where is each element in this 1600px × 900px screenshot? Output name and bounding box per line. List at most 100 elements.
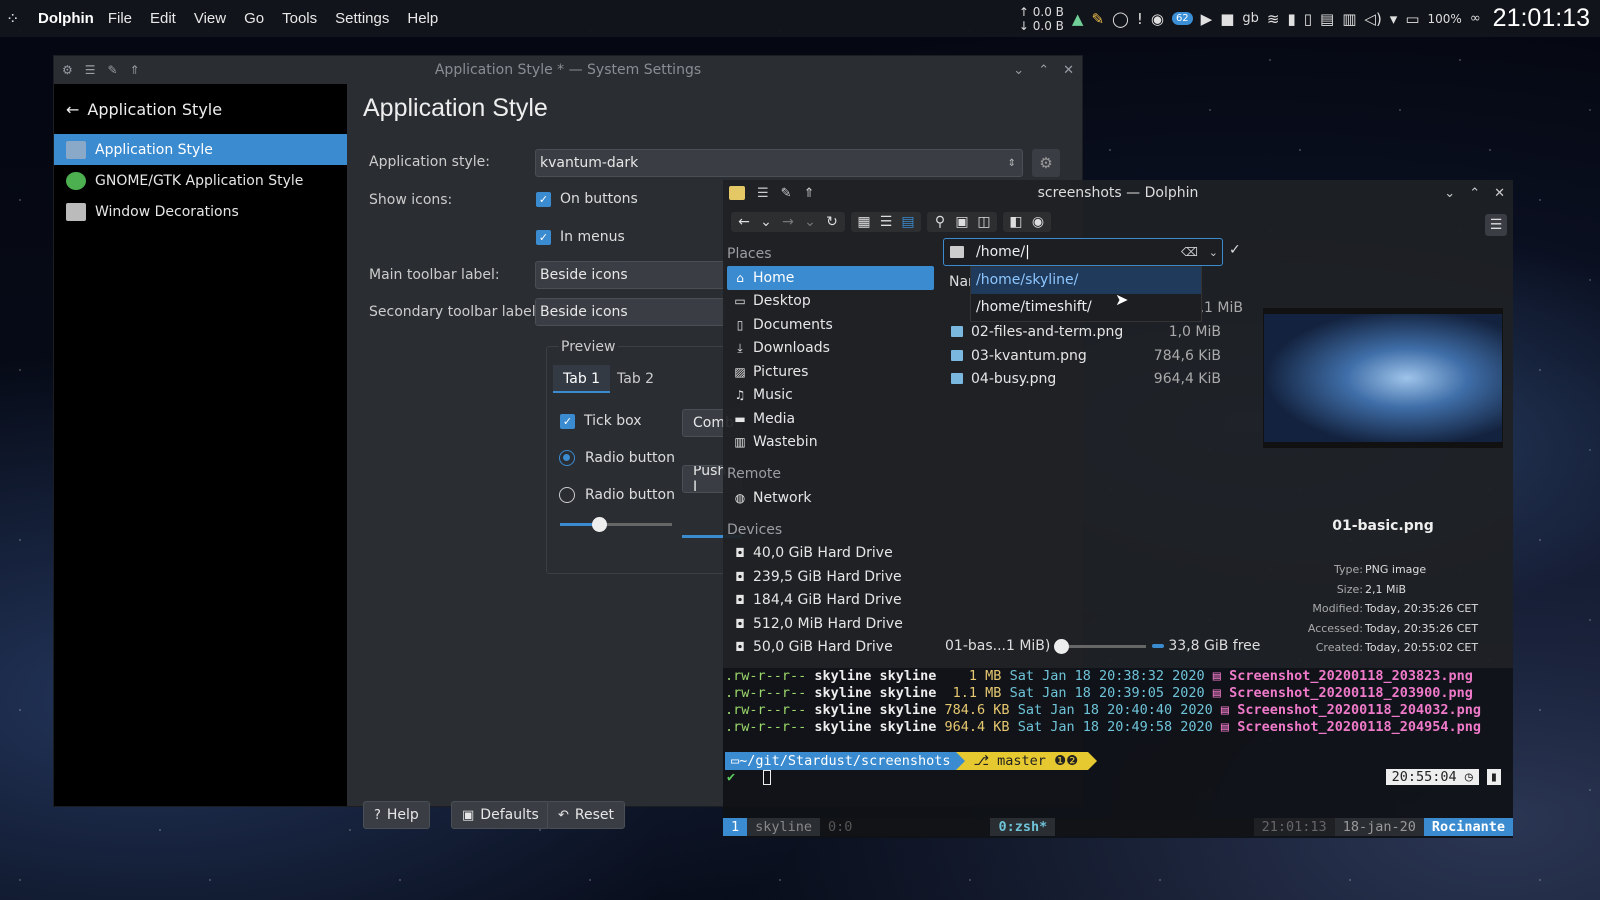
location-input[interactable]: /home/ bbox=[976, 244, 1025, 260]
pin-icon[interactable]: ✎ bbox=[781, 186, 792, 201]
sidebar-item-gtk-style[interactable]: GNOME/GTK Application Style bbox=[54, 165, 347, 196]
app-launcher-icon[interactable]: ⁘ bbox=[6, 9, 30, 28]
window-menu-icon[interactable]: ☰ bbox=[85, 63, 96, 77]
sidebar-item-window-decorations[interactable]: Window Decorations bbox=[54, 196, 347, 227]
main-toolbar-select[interactable]: Beside icons bbox=[535, 261, 725, 289]
preview-radio-1[interactable]: Radio button bbox=[559, 450, 675, 466]
compact-view-icon[interactable]: ☰ bbox=[877, 214, 895, 230]
hidden-files-eye-icon[interactable]: ◉ bbox=[1029, 214, 1047, 230]
device-drive-1[interactable]: ◘ 40,0 GiB Hard Drive bbox=[723, 542, 938, 566]
pin-icon[interactable]: ✎ bbox=[108, 63, 118, 77]
terminal[interactable]: .rw-r--r-- skyline skyline 1 MB Sat Jan … bbox=[723, 668, 1513, 838]
in-menus-checkbox[interactable]: ✓ In menus bbox=[536, 229, 625, 245]
completion-item[interactable]: /home/skyline/ bbox=[971, 267, 1201, 294]
settings-app-icon[interactable]: ⚙ bbox=[62, 63, 73, 77]
panel-toggle-icon[interactable]: ◧ bbox=[1007, 214, 1025, 230]
preview-radio-2[interactable]: Radio button bbox=[559, 487, 675, 503]
battery-icon[interactable]: ▭ bbox=[1405, 10, 1419, 28]
preview-slider[interactable] bbox=[560, 517, 672, 532]
menu-go[interactable]: Go bbox=[244, 10, 264, 27]
place-downloads[interactable]: ⤓ Downloads bbox=[723, 337, 938, 361]
device-drive-2[interactable]: ◘ 239,5 GiB Hard Drive bbox=[723, 565, 938, 589]
place-music[interactable]: ♫ Music bbox=[723, 384, 938, 408]
close-icon[interactable]: ✕ bbox=[1494, 186, 1505, 201]
place-pictures[interactable]: ▨ Pictures bbox=[723, 360, 938, 384]
tmux-active-window[interactable]: 0:zsh* bbox=[990, 818, 1056, 836]
file-row[interactable]: 02-files-and-term.png 1,0 MiB bbox=[951, 320, 1221, 343]
place-documents[interactable]: ▯ Documents bbox=[723, 313, 938, 337]
keep-above-icon[interactable]: ⇑ bbox=[804, 186, 815, 201]
phone-icon[interactable]: ▯ bbox=[1304, 10, 1312, 28]
menu-help[interactable]: Help bbox=[407, 10, 438, 27]
preview-icon[interactable]: ▣ bbox=[953, 214, 971, 230]
back-history-icon[interactable]: ⌄ bbox=[757, 214, 775, 230]
confirm-location-icon[interactable]: ✓ bbox=[1229, 242, 1241, 258]
slider-knob[interactable] bbox=[592, 517, 608, 532]
hamburger-menu-icon[interactable]: ☰ bbox=[1485, 214, 1507, 236]
keep-above-icon[interactable]: ⇑ bbox=[130, 63, 140, 77]
zoom-knob[interactable] bbox=[1054, 638, 1070, 654]
menu-view[interactable]: View bbox=[194, 10, 226, 27]
settings-titlebar[interactable]: ⚙ ☰ ✎ ⇑ Application Style * — System Set… bbox=[54, 56, 1082, 84]
battery-small-icon[interactable]: ▮ bbox=[1288, 10, 1296, 28]
moon-icon[interactable]: ◯ bbox=[1112, 10, 1129, 28]
minimize-icon[interactable]: ⌄ bbox=[1444, 186, 1455, 201]
dolphin-titlebar[interactable]: ☰ ✎ ⇑ screenshots — Dolphin ⌄ ⌃ ✕ bbox=[723, 180, 1513, 206]
maximize-icon[interactable]: ⌃ bbox=[1469, 186, 1480, 201]
keyboard-layout[interactable]: gb bbox=[1242, 11, 1259, 26]
menu-file[interactable]: File bbox=[108, 10, 132, 27]
help-button[interactable]: ? Help bbox=[363, 801, 430, 829]
place-home[interactable]: ⌂ Home bbox=[727, 266, 934, 290]
reload-icon[interactable]: ↻ bbox=[823, 214, 841, 230]
notification-count-badge[interactable]: 62 bbox=[1171, 12, 1193, 25]
preview-tab-2[interactable]: Tab 2 bbox=[607, 365, 664, 393]
details-view-icon[interactable]: ▤ bbox=[899, 214, 917, 230]
wifi-icon[interactable]: ≋ bbox=[1267, 10, 1280, 28]
place-network[interactable]: ◍ Network bbox=[723, 486, 938, 510]
icons-view-icon[interactable]: ▦ bbox=[855, 214, 873, 230]
tray-expand-icon[interactable]: ▾ bbox=[1390, 10, 1398, 28]
sidebar-item-application-style[interactable]: Application Style bbox=[54, 134, 347, 165]
forward-history-icon[interactable]: ⌄ bbox=[801, 214, 819, 230]
notifications-icon[interactable]: ! bbox=[1137, 10, 1143, 28]
configure-style-button[interactable]: ⚙ bbox=[1032, 149, 1060, 177]
split-view-icon[interactable]: ◫ bbox=[975, 214, 993, 230]
discord-icon[interactable]: ◉ bbox=[1151, 10, 1164, 28]
clipboard-icon[interactable]: ▥ bbox=[1342, 10, 1356, 28]
file-row[interactable]: 04-busy.png 964,4 KiB bbox=[951, 367, 1221, 390]
forward-icon[interactable]: → bbox=[779, 214, 797, 230]
device-drive-5[interactable]: ◘ 50,0 GiB Hard Drive bbox=[723, 636, 938, 660]
reset-button[interactable]: ↶ Reset bbox=[547, 801, 626, 829]
minimize-icon[interactable]: ⌄ bbox=[1013, 63, 1024, 78]
window-menu-icon[interactable]: ☰ bbox=[757, 186, 769, 201]
app-style-select[interactable]: kvantum-dark ⇕ bbox=[535, 149, 1023, 177]
defaults-button[interactable]: ▣ Defaults bbox=[451, 801, 550, 829]
image-viewer-icon[interactable]: ▲ bbox=[1072, 10, 1084, 28]
device-drive-3[interactable]: ◘ 184,4 GiB Hard Drive bbox=[723, 589, 938, 613]
location-dropdown-icon[interactable]: ⌄ bbox=[1209, 246, 1218, 259]
menu-settings[interactable]: Settings bbox=[335, 10, 389, 27]
color-picker-icon[interactable]: ✎ bbox=[1091, 10, 1104, 28]
on-buttons-checkbox[interactable]: ✓ On buttons bbox=[536, 191, 638, 207]
clear-text-icon[interactable]: ⌫ bbox=[1181, 245, 1198, 259]
location-bar[interactable]: /home/| ⌫ ⌄ bbox=[943, 238, 1223, 266]
maximize-icon[interactable]: ⌃ bbox=[1038, 63, 1049, 78]
free-space-indicator[interactable]: 33,8 GiB free bbox=[1152, 638, 1260, 654]
camera-icon[interactable]: ■ bbox=[1220, 10, 1234, 28]
preview-tick-box[interactable]: ✓ Tick box bbox=[560, 413, 642, 429]
file-row[interactable]: 03-kvantum.png 784,6 KiB bbox=[951, 344, 1221, 367]
device-drive-4[interactable]: ◘ 512,0 MiB Hard Drive bbox=[723, 612, 938, 636]
place-wastebin[interactable]: ▥ Wastebin bbox=[723, 431, 938, 455]
close-icon[interactable]: ✕ bbox=[1063, 63, 1074, 78]
dolphin-app-icon[interactable] bbox=[729, 186, 745, 200]
tmux-window-index[interactable]: 1 bbox=[723, 818, 748, 836]
secondary-toolbar-select[interactable]: Beside icons bbox=[535, 298, 725, 326]
printer-icon[interactable]: ▤ bbox=[1320, 10, 1334, 28]
place-desktop[interactable]: ▭ Desktop bbox=[723, 290, 938, 314]
place-media[interactable]: ▬ Media bbox=[723, 407, 938, 431]
preview-tab-1[interactable]: Tab 1 bbox=[553, 365, 611, 393]
zoom-slider[interactable] bbox=[1054, 638, 1147, 654]
completion-item[interactable]: /home/timeshift/ bbox=[971, 294, 1201, 321]
back-icon[interactable]: ← bbox=[735, 214, 753, 230]
clock[interactable]: 21:01:13 bbox=[1493, 4, 1590, 33]
